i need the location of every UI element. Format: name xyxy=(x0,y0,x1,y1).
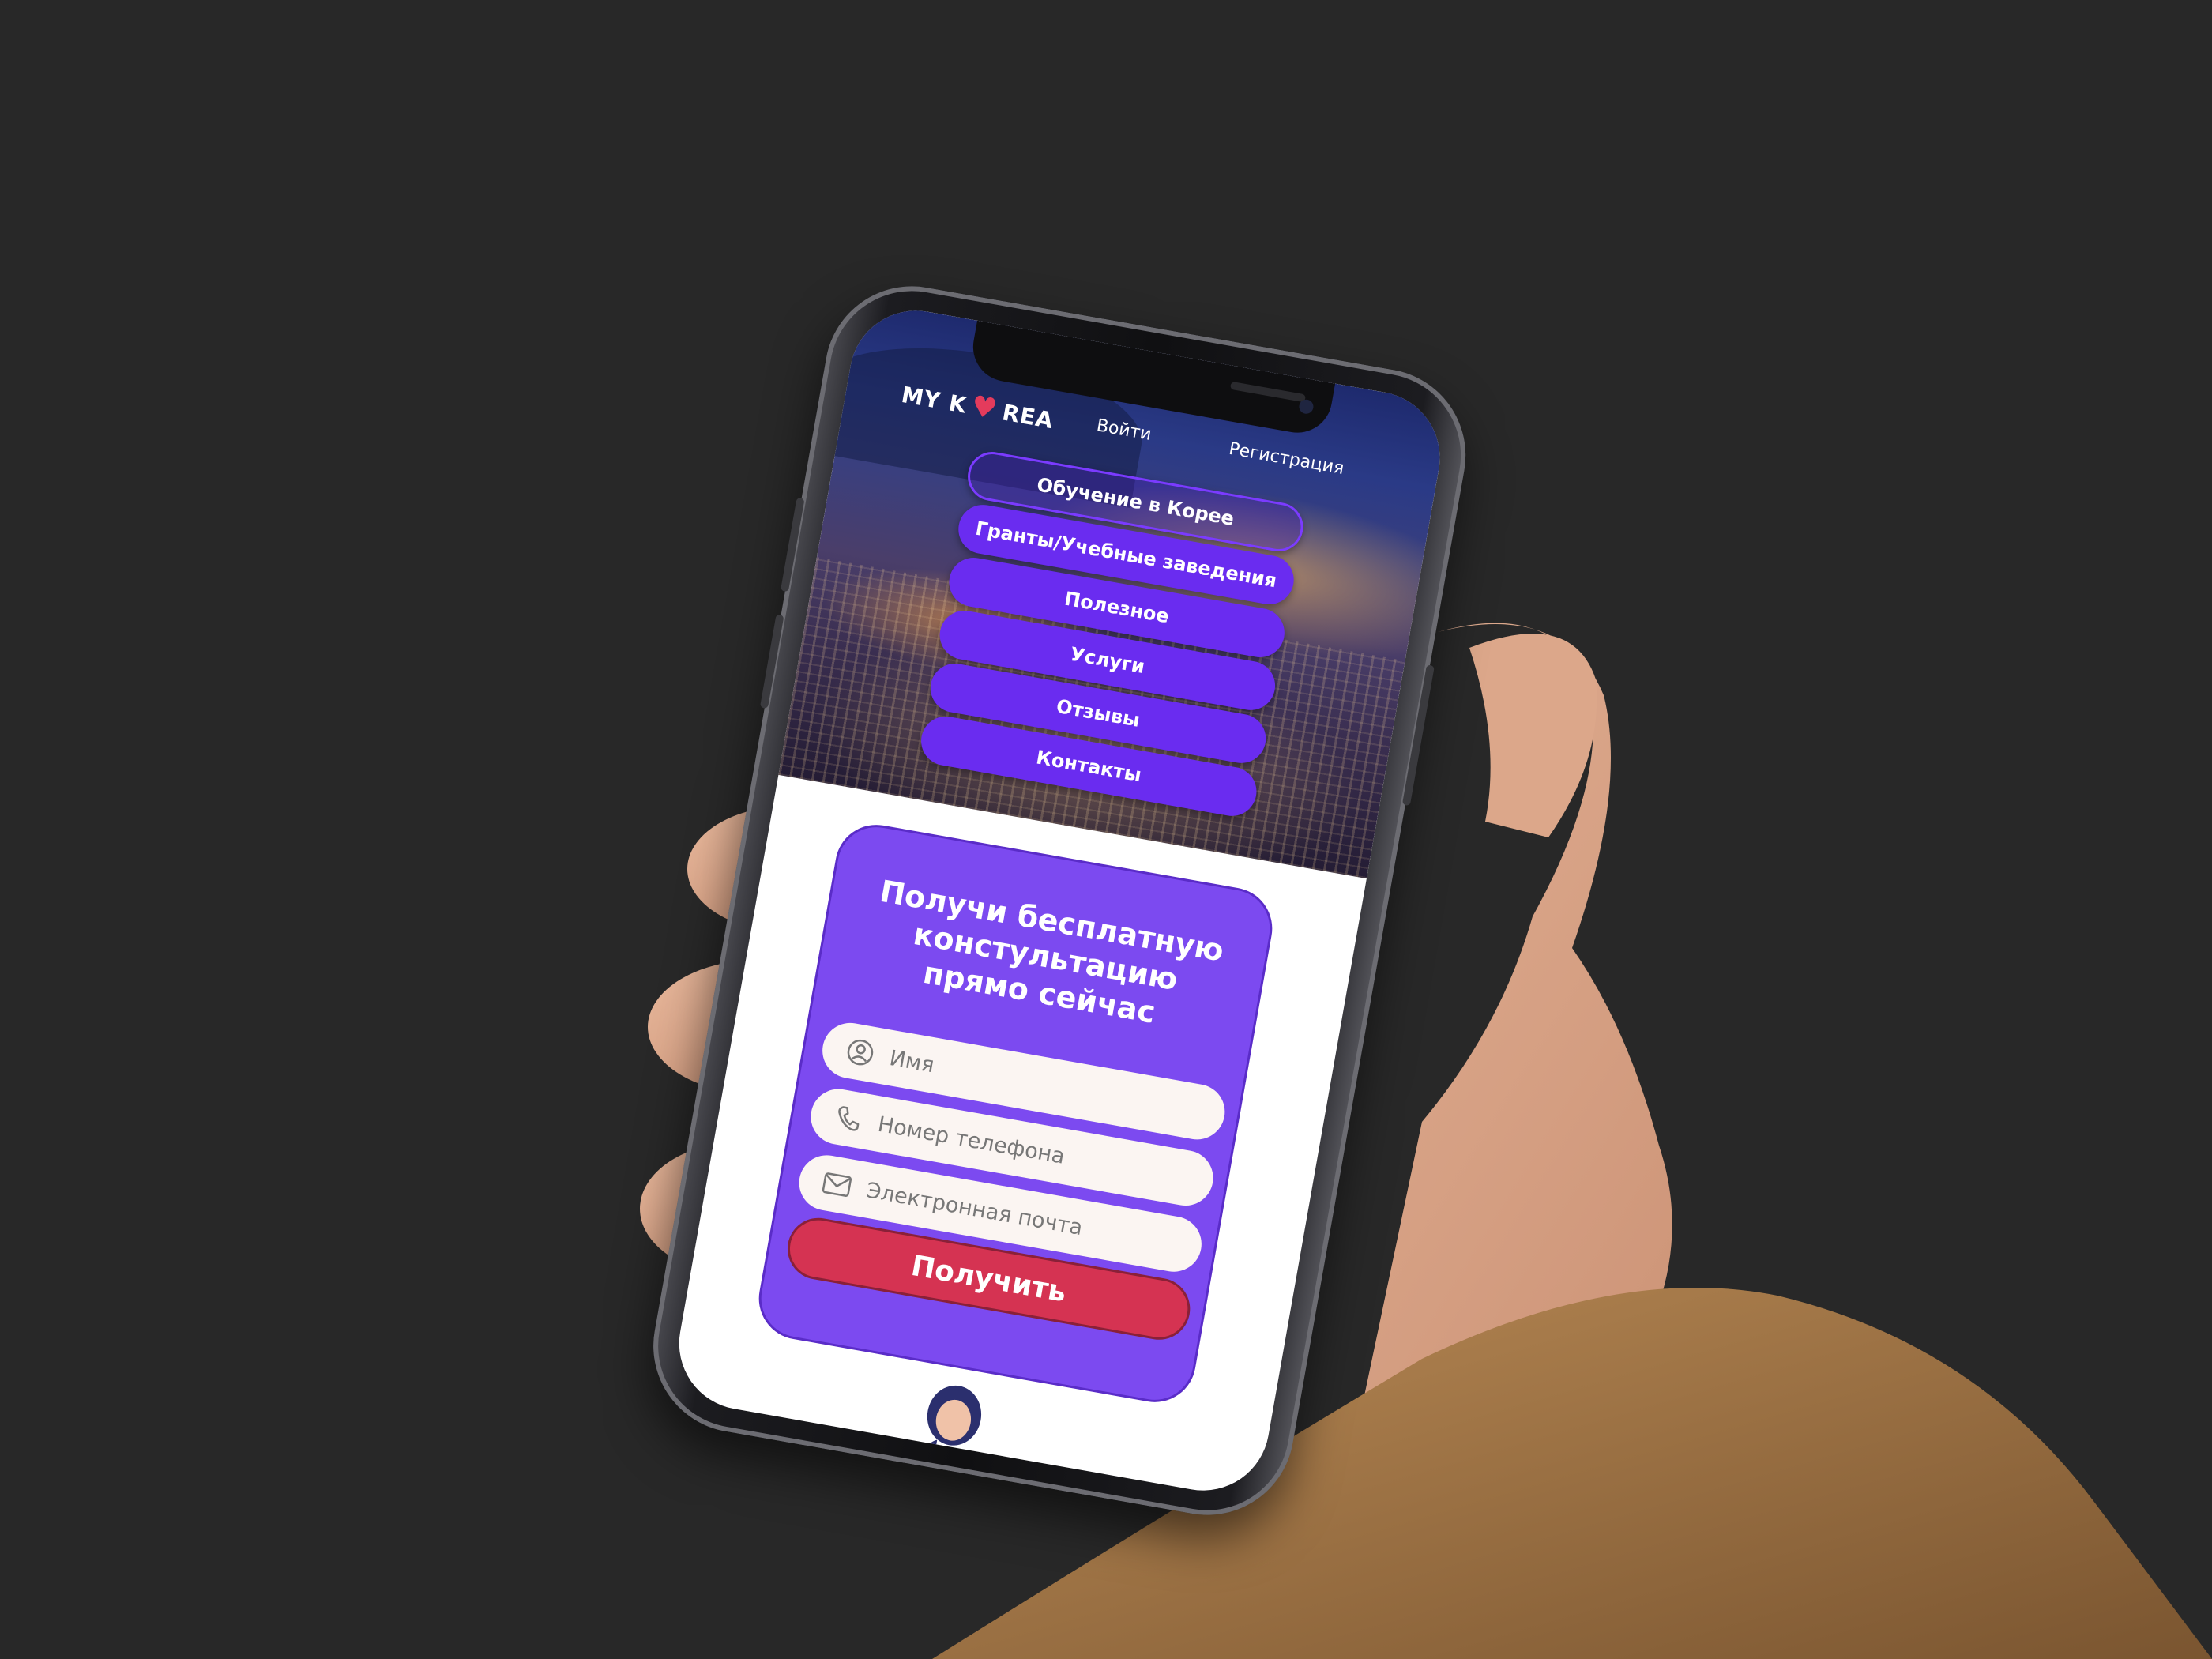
heart-icon: ♥ xyxy=(969,389,1001,427)
phone-icon xyxy=(832,1102,865,1135)
logo-text-right: REA xyxy=(1000,398,1056,434)
login-link[interactable]: Войти xyxy=(1095,416,1153,445)
register-link[interactable]: Регистрация xyxy=(1228,439,1346,479)
scene: MY K ♥ REA Войти Регистрация Обучение в … xyxy=(0,0,2212,1659)
mail-icon xyxy=(821,1168,854,1202)
user-icon xyxy=(844,1036,877,1069)
logo-text-left: MY K xyxy=(899,381,969,419)
form-title: Получи бесплатную констультацию прямо се… xyxy=(877,873,1227,1030)
consultation-form: Получи бесплатную констультацию прямо се… xyxy=(752,818,1279,1409)
thumb xyxy=(1469,634,1597,837)
front-camera xyxy=(1298,398,1315,416)
speaker-grille xyxy=(1229,381,1307,403)
